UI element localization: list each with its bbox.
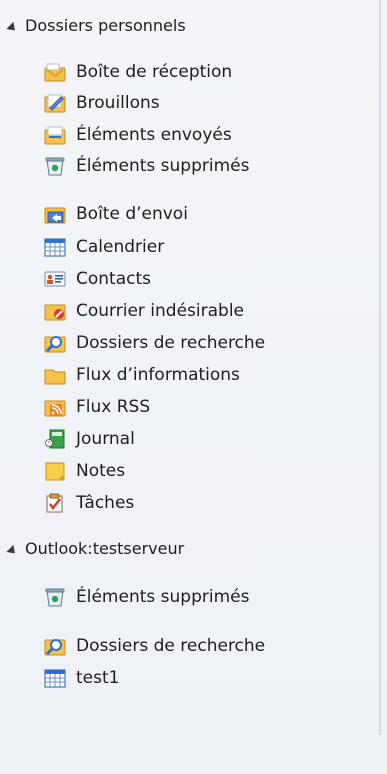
calendar-icon: [44, 237, 66, 257]
pane-divider: [379, 0, 381, 774]
folder-item-outbox[interactable]: Boîte d’envoi: [44, 200, 188, 228]
folder-item-junk-mail[interactable]: Courrier indésirable: [44, 297, 244, 325]
folder-item-calendar[interactable]: Calendrier: [44, 233, 164, 261]
folder-item-label: Dossiers de recherche: [76, 333, 266, 353]
folder-item-label: Éléments supprimés: [76, 587, 250, 607]
folder-item-label: Flux RSS: [76, 397, 151, 417]
folder-item-label: test1: [76, 668, 120, 688]
rss-icon: [44, 397, 66, 417]
collapse-triangle-icon[interactable]: [6, 544, 19, 557]
folder-item-contacts[interactable]: Contacts: [44, 265, 151, 293]
folder-item-news-feed[interactable]: Flux d’informations: [44, 361, 240, 389]
group-header-outlook-server[interactable]: Outlook:testserveur: [6, 536, 184, 562]
folder-item-tasks[interactable]: Tâches: [44, 489, 134, 517]
inbox-icon: [44, 62, 66, 82]
folder-item-label: Calendrier: [76, 237, 165, 257]
junk-mail-icon: [44, 301, 66, 321]
journal-icon: [44, 429, 66, 449]
outbox-icon: [44, 204, 66, 224]
folder-item-sent-items[interactable]: Éléments envoyés: [44, 121, 232, 149]
contacts-icon: [44, 269, 66, 289]
sent-items-icon: [44, 125, 66, 145]
group-header-label: Outlook:testserveur: [25, 539, 185, 558]
collapse-triangle-icon[interactable]: [6, 21, 19, 34]
folder-item-label: Notes: [76, 461, 126, 481]
group-header-personal-folders[interactable]: Dossiers personnels: [6, 13, 186, 39]
folder-item-label: Boîte d’envoi: [76, 204, 188, 224]
folder-item-inbox[interactable]: Boîte de réception: [44, 58, 232, 86]
pane-footer-area: [0, 735, 387, 774]
folder-item-drafts[interactable]: Brouillons: [44, 89, 160, 117]
folder-item-label: Contacts: [76, 269, 151, 289]
folder-item-label: Boîte de réception: [76, 62, 233, 82]
folder-item-search-folders[interactable]: Dossiers de recherche: [44, 329, 265, 357]
folder-item-server-deleted-items[interactable]: Éléments supprimés: [44, 583, 249, 611]
folder-item-journal[interactable]: Journal: [44, 425, 135, 453]
folder-item-label: Dossiers de recherche: [76, 636, 266, 656]
folder-item-deleted-items[interactable]: Éléments supprimés: [44, 152, 249, 180]
folder-icon: [44, 365, 66, 385]
notes-icon: [44, 461, 66, 481]
search-folder-icon: [44, 333, 66, 353]
folder-item-notes[interactable]: Notes: [44, 457, 125, 485]
deleted-items-icon: [44, 587, 66, 607]
folder-item-label: Flux d’informations: [76, 365, 240, 385]
calendar-icon: [44, 668, 66, 688]
folder-item-label: Brouillons: [76, 93, 160, 113]
group-header-label: Dossiers personnels: [25, 16, 186, 35]
folder-item-label: Éléments envoyés: [76, 125, 232, 145]
folder-item-label: Courrier indésirable: [76, 301, 245, 321]
folder-item-server-search-folders[interactable]: Dossiers de recherche: [44, 632, 265, 660]
folder-pane: Dossiers personnels Boîte de réception B…: [0, 0, 387, 774]
drafts-icon: [44, 93, 66, 113]
tasks-icon: [44, 493, 66, 513]
folder-item-rss-feeds[interactable]: Flux RSS: [44, 393, 150, 421]
search-folder-icon: [44, 636, 66, 656]
folder-item-label: Journal: [76, 429, 135, 449]
deleted-items-icon: [44, 156, 66, 176]
folder-item-label: Éléments supprimés: [76, 156, 250, 176]
folder-item-label: Tâches: [76, 493, 135, 513]
folder-item-test1[interactable]: test1: [44, 664, 119, 692]
